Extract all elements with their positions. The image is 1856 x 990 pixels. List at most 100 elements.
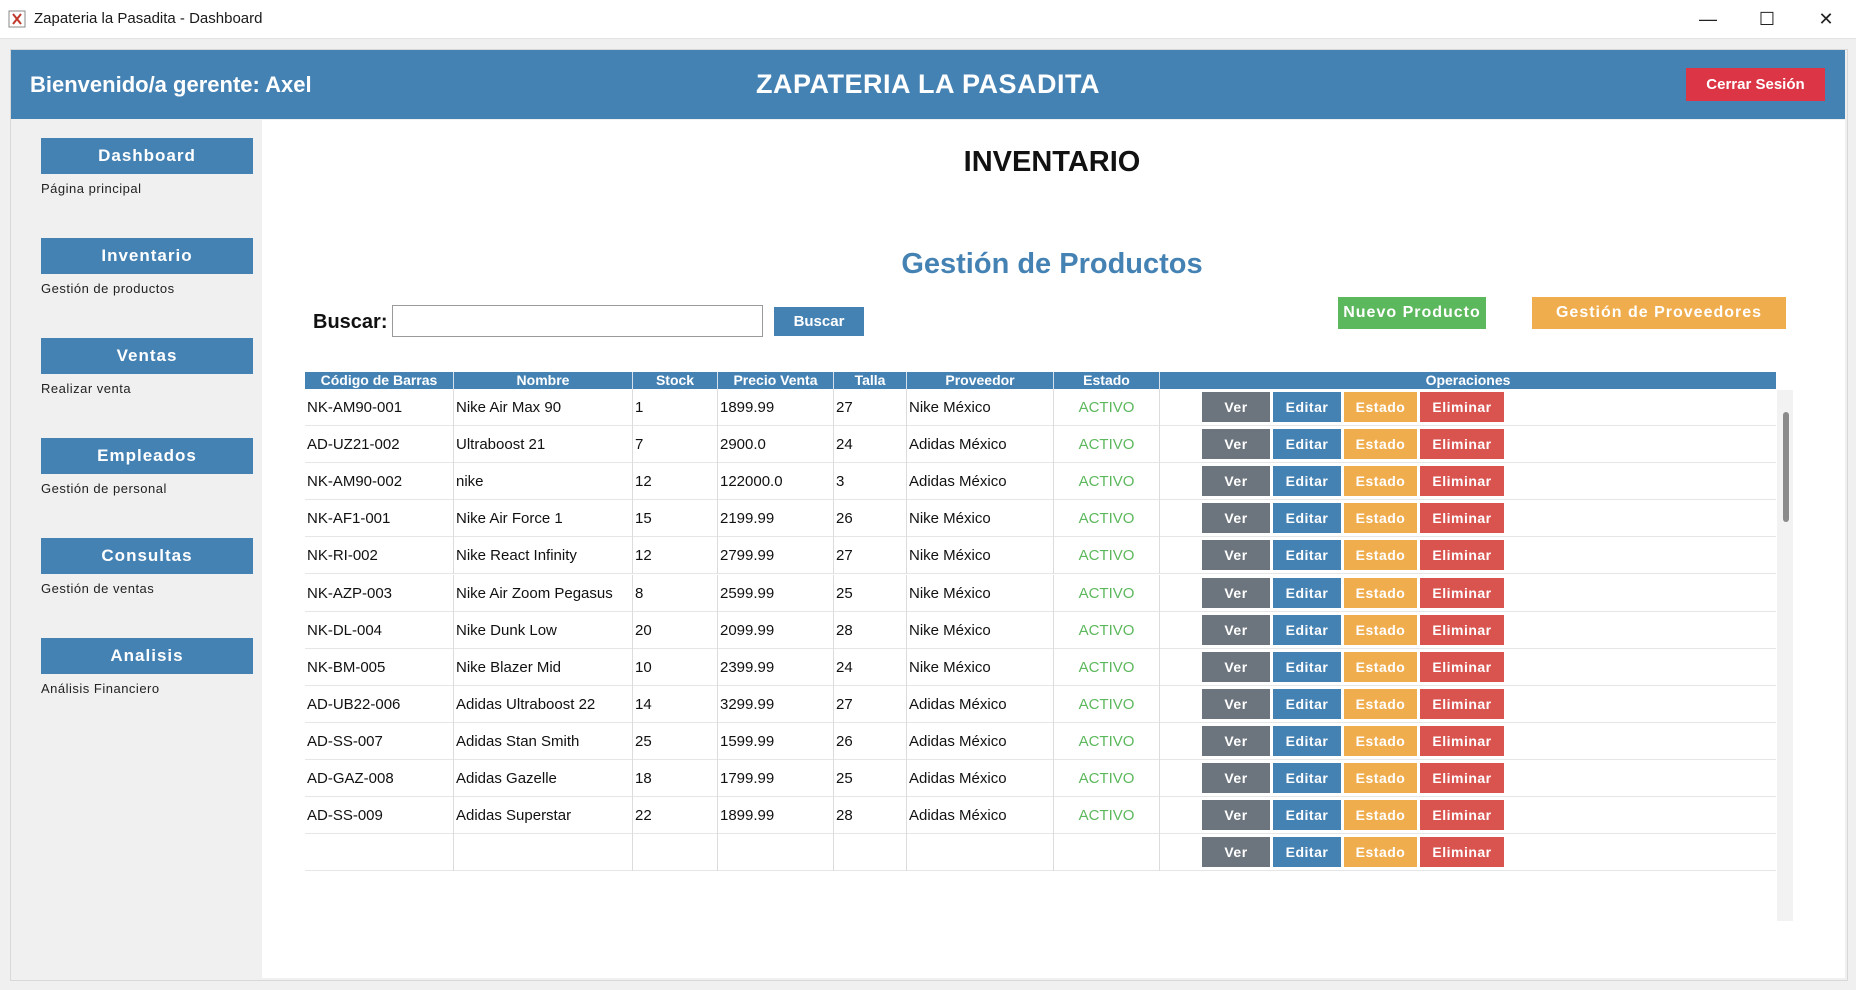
edit-button[interactable]: Editar [1273,614,1341,645]
delete-button[interactable]: Eliminar [1420,540,1504,571]
table-row[interactable]: NK-AM90-002 nike 12 122000.0 3 Adidas México A… [305,463,1776,501]
edit-button[interactable]: Editar [1273,540,1341,571]
status-button[interactable]: Estado [1344,651,1417,682]
table-row[interactable]: NK-DL-004 Nike Dunk Low 20 2099.99 28 Nike Mé… [305,611,1776,649]
edit-button[interactable]: Editar [1273,725,1341,756]
sidebar-desc-ventas: Realizar venta [41,381,132,396]
table-row[interactable]: AD-UB22-006 Adidas Ultraboost 22 14 3299.99… [305,685,1776,723]
cell-name: nike [454,463,633,501]
sidebar-item-ventas[interactable]: Ventas [41,338,253,374]
sidebar-item-analisis[interactable]: Analisis [41,638,253,674]
delete-button[interactable]: Eliminar [1420,614,1504,645]
new-product-button[interactable]: Nuevo Producto [1338,297,1486,329]
view-button[interactable]: Ver [1202,466,1270,497]
maximize-icon[interactable]: ☐ [1739,0,1795,38]
view-button[interactable]: Ver [1202,651,1270,682]
status-button[interactable]: Estado [1344,763,1417,793]
table-row[interactable]: Ver Editar Estado Eliminar [305,834,1776,872]
status-button[interactable]: Estado [1344,614,1417,645]
status-button[interactable]: Estado [1344,466,1417,497]
status-button[interactable]: Estado [1344,503,1417,534]
cell-stock: 1 [633,389,718,426]
delete-button[interactable]: Eliminar [1420,725,1504,756]
status-button[interactable]: Estado [1344,392,1417,422]
view-button[interactable]: Ver [1202,800,1270,831]
view-button[interactable]: Ver [1202,392,1270,422]
edit-button[interactable]: Editar [1273,800,1341,831]
status-button[interactable]: Estado [1344,688,1417,719]
col-header-talla[interactable]: Talla [834,372,907,389]
cell-status: ACTIVO [1054,760,1160,797]
status-button[interactable]: Estado [1344,577,1417,608]
status-button[interactable]: Estado [1344,429,1417,460]
cell-price: 1899.99 [718,389,834,426]
cell-size [834,834,907,872]
view-button[interactable]: Ver [1202,725,1270,756]
delete-button[interactable]: Eliminar [1420,688,1504,719]
edit-button[interactable]: Editar [1273,763,1341,793]
delete-button[interactable]: Eliminar [1420,837,1504,868]
col-header-nombre[interactable]: Nombre [454,372,633,389]
table-row[interactable]: NK-BM-005 Nike Blazer Mid 10 2399.99 24 Nike … [305,648,1776,686]
view-button[interactable]: Ver [1202,429,1270,460]
table-row[interactable]: NK-AM90-001 Nike Air Max 90 1 1899.99 27 Nike… [305,389,1776,426]
table-scrollbar[interactable] [1777,390,1793,921]
status-button[interactable]: Estado [1344,540,1417,571]
col-header-stock[interactable]: Stock [633,372,718,389]
cell-size: 26 [834,500,907,538]
view-button[interactable]: Ver [1202,614,1270,645]
view-button[interactable]: Ver [1202,763,1270,793]
delete-button[interactable]: Eliminar [1420,577,1504,608]
delete-button[interactable]: Eliminar [1420,800,1504,831]
sidebar-item-dashboard[interactable]: Dashboard [41,138,253,174]
edit-button[interactable]: Editar [1273,577,1341,608]
view-button[interactable]: Ver [1202,577,1270,608]
table-row[interactable]: NK-AF1-001 Nike Air Force 1 15 2199.99 26 Nik… [305,500,1776,538]
col-header-codigo[interactable]: Código de Barras [305,372,454,389]
logout-button[interactable]: Cerrar Sesión [1686,68,1825,101]
edit-button[interactable]: Editar [1273,688,1341,719]
delete-button[interactable]: Eliminar [1420,466,1504,497]
table-row[interactable]: AD-SS-007 Adidas Stan Smith 25 1599.99 26 Adi… [305,722,1776,760]
edit-button[interactable]: Editar [1273,429,1341,460]
cell-stock: 22 [633,797,718,835]
table-row[interactable]: AD-GAZ-008 Adidas Gazelle 18 1799.99 25 Adida… [305,760,1776,797]
sidebar-item-inventario[interactable]: Inventario [41,238,253,274]
sidebar-item-empleados[interactable]: Empleados [41,438,253,474]
providers-button[interactable]: Gestión de Proveedores [1532,297,1786,329]
view-button[interactable]: Ver [1202,837,1270,868]
status-button[interactable]: Estado [1344,725,1417,756]
search-input[interactable] [392,305,763,337]
sidebar-item-consultas[interactable]: Consultas [41,538,253,574]
view-button[interactable]: Ver [1202,540,1270,571]
cell-status: ACTIVO [1054,797,1160,835]
delete-button[interactable]: Eliminar [1420,392,1504,422]
edit-button[interactable]: Editar [1273,466,1341,497]
col-header-precio[interactable]: Precio Venta [718,372,834,389]
edit-button[interactable]: Editar [1273,837,1341,868]
scrollbar-thumb[interactable] [1783,412,1789,522]
search-button[interactable]: Buscar [774,307,864,336]
edit-button[interactable]: Editar [1273,392,1341,422]
table-row[interactable]: NK-AZP-003 Nike Air Zoom Pegasus 8 2599.99 2… [305,574,1776,612]
delete-button[interactable]: Eliminar [1420,651,1504,682]
col-header-proveedor[interactable]: Proveedor [907,372,1054,389]
col-header-estado[interactable]: Estado [1054,372,1160,389]
table-row[interactable]: NK-RI-002 Nike React Infinity 12 2799.99 27 N… [305,537,1776,575]
view-button[interactable]: Ver [1202,503,1270,534]
delete-button[interactable]: Eliminar [1420,763,1504,793]
delete-button[interactable]: Eliminar [1420,429,1504,460]
close-icon[interactable]: ✕ [1798,0,1854,38]
cell-size: 27 [834,389,907,426]
status-button[interactable]: Estado [1344,837,1417,868]
edit-button[interactable]: Editar [1273,651,1341,682]
products-table: Código de Barras Nombre Stock Precio Ven… [305,372,1776,921]
table-row[interactable]: AD-UZ21-002 Ultraboost 21 7 2900.0 24 Adidas … [305,426,1776,464]
delete-button[interactable]: Eliminar [1420,503,1504,534]
table-row[interactable]: AD-SS-009 Adidas Superstar 22 1899.99 28 Adid… [305,797,1776,835]
minimize-icon[interactable]: — [1680,0,1736,38]
edit-button[interactable]: Editar [1273,503,1341,534]
cell-size: 25 [834,760,907,797]
view-button[interactable]: Ver [1202,688,1270,719]
status-button[interactable]: Estado [1344,800,1417,831]
